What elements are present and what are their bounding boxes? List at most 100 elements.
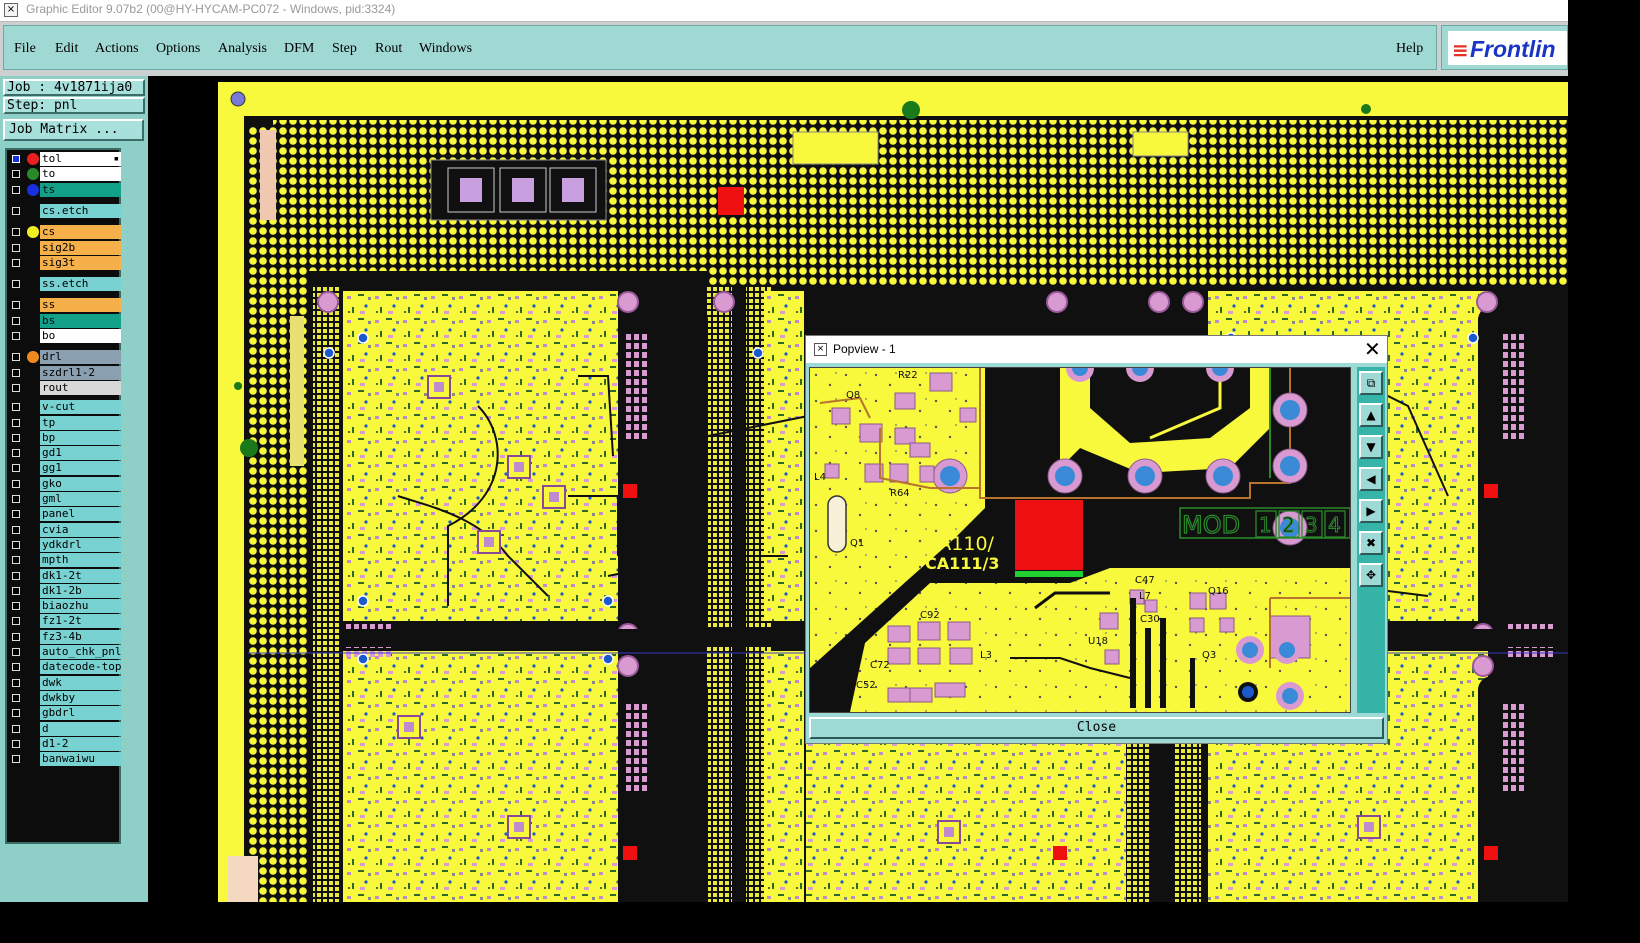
layer-row-4[interactable]: cs bbox=[9, 225, 121, 240]
layer-row-35[interactable]: d bbox=[9, 721, 121, 736]
layer-checkbox[interactable] bbox=[12, 724, 20, 733]
layer-checkbox[interactable] bbox=[12, 243, 20, 252]
layer-checkbox[interactable] bbox=[12, 586, 20, 595]
layer-name[interactable]: cs bbox=[40, 225, 121, 240]
layer-name[interactable]: tol bbox=[40, 152, 121, 166]
layer-checkbox[interactable] bbox=[12, 602, 20, 611]
layer-row-34[interactable]: gbdrl bbox=[9, 706, 121, 721]
layer-row-17[interactable]: gd1 bbox=[9, 446, 121, 461]
layer-checkbox[interactable] bbox=[12, 301, 20, 310]
layer-checkbox[interactable] bbox=[12, 433, 20, 442]
layer-row-26[interactable]: dk1-2b bbox=[9, 583, 121, 598]
layer-checkbox[interactable] bbox=[12, 693, 20, 702]
job-matrix-button[interactable]: Job Matrix ... bbox=[3, 119, 144, 141]
menu-analysis[interactable]: Analysis bbox=[218, 41, 267, 57]
layer-checkbox[interactable] bbox=[12, 258, 20, 267]
layer-name[interactable]: cvia bbox=[40, 522, 121, 537]
layer-checkbox[interactable] bbox=[12, 648, 20, 656]
layer-row-29[interactable]: fz3-4b bbox=[9, 629, 121, 644]
layer-checkbox[interactable] bbox=[12, 663, 20, 672]
layer-name[interactable]: d1-2 bbox=[40, 736, 121, 751]
pan-right-icon[interactable]: ▶ bbox=[1359, 499, 1383, 523]
layer-row-20[interactable]: gml bbox=[9, 492, 121, 506]
layer-name[interactable]: banwaiwu bbox=[40, 752, 121, 767]
layer-name[interactable]: ydkdrl bbox=[40, 537, 121, 552]
layer-checkbox[interactable] bbox=[12, 403, 20, 412]
layer-name[interactable]: bo bbox=[40, 329, 121, 343]
layer-name[interactable]: dk1-2t bbox=[40, 568, 121, 583]
layer-checkbox[interactable] bbox=[12, 280, 20, 289]
layer-checkbox[interactable] bbox=[12, 383, 20, 392]
menu-options[interactable]: Options bbox=[156, 41, 200, 57]
layer-name[interactable]: rout bbox=[40, 380, 121, 395]
layer-row-21[interactable]: panel bbox=[9, 507, 121, 522]
layer-checkbox[interactable] bbox=[12, 206, 20, 215]
layer-name[interactable]: panel bbox=[40, 507, 121, 522]
layer-name[interactable]: dk1-2b bbox=[40, 583, 121, 598]
layer-row-15[interactable]: tp bbox=[9, 415, 121, 430]
layer-checkbox[interactable] bbox=[12, 418, 20, 427]
layer-checkbox[interactable] bbox=[12, 353, 20, 362]
layer-checkbox[interactable] bbox=[12, 571, 20, 580]
layer-row-13[interactable]: rout bbox=[9, 380, 121, 395]
layer-row-33[interactable]: dwkby bbox=[9, 690, 121, 705]
layer-checkbox[interactable] bbox=[12, 316, 20, 325]
layer-name[interactable]: dwkby bbox=[40, 690, 121, 705]
layer-checkbox[interactable] bbox=[12, 449, 20, 458]
layer-row-30[interactable]: auto_chk_pnl bbox=[9, 645, 121, 659]
layer-name[interactable]: gd1 bbox=[40, 446, 121, 461]
layer-name[interactable]: v-cut bbox=[40, 400, 121, 415]
layer-row-19[interactable]: gko bbox=[9, 476, 121, 491]
menu-file[interactable]: File bbox=[14, 41, 36, 57]
layer-name[interactable]: dwk bbox=[40, 675, 121, 690]
layer-row-2[interactable]: ts bbox=[9, 182, 121, 197]
layer-checkbox[interactable] bbox=[12, 170, 20, 179]
layer-row-12[interactable]: szdrl1-2 bbox=[9, 365, 121, 380]
layer-checkbox[interactable] bbox=[12, 495, 20, 503]
popview-window[interactable]: ⨯ Popview - 1 ✕ MOD 1 2 3 4 CA110/ CA111… bbox=[805, 335, 1388, 744]
layer-name[interactable]: sig3t bbox=[40, 255, 121, 270]
layer-name[interactable]: bp bbox=[40, 430, 121, 445]
pan-down-icon[interactable]: ▼ bbox=[1359, 435, 1383, 459]
layer-name[interactable]: fz1-2t bbox=[40, 614, 121, 629]
layer-name[interactable]: d bbox=[40, 721, 121, 736]
layer-name[interactable]: biaozhu bbox=[40, 599, 121, 614]
layer-row-18[interactable]: gg1 bbox=[9, 461, 121, 476]
pan-left-icon[interactable]: ◀ bbox=[1359, 467, 1383, 491]
layer-row-11[interactable]: drl bbox=[9, 350, 121, 365]
menu-rout[interactable]: Rout bbox=[375, 41, 402, 57]
layer-row-3[interactable]: cs.etch bbox=[9, 203, 121, 218]
menu-actions[interactable]: Actions bbox=[95, 41, 139, 57]
layer-name[interactable]: szdrl1-2 bbox=[40, 365, 121, 380]
layer-checkbox[interactable] bbox=[12, 510, 20, 519]
zoom-home-icon[interactable]: ⧉ bbox=[1359, 371, 1383, 395]
layer-checkbox[interactable] bbox=[12, 678, 20, 687]
layer-checkbox[interactable] bbox=[12, 755, 20, 764]
layer-name[interactable]: mpth bbox=[40, 553, 121, 568]
layer-row-24[interactable]: mpth bbox=[9, 553, 121, 568]
layer-row-0[interactable]: tol bbox=[9, 152, 121, 166]
layer-name[interactable]: tp bbox=[40, 415, 121, 430]
layer-row-6[interactable]: sig3t bbox=[9, 255, 121, 270]
layer-row-5[interactable]: sig2b bbox=[9, 240, 121, 255]
layer-checkbox[interactable] bbox=[12, 556, 20, 565]
popview-close-icon[interactable]: ✕ bbox=[1364, 337, 1381, 361]
layer-checkbox[interactable] bbox=[12, 464, 20, 473]
layer-name[interactable]: gbdrl bbox=[40, 706, 121, 721]
layer-row-25[interactable]: dk1-2t bbox=[9, 568, 121, 583]
layer-name[interactable]: to bbox=[40, 167, 121, 182]
layer-row-16[interactable]: bp bbox=[9, 430, 121, 445]
menu-windows[interactable]: Windows bbox=[419, 41, 472, 57]
zoomed-pcb-view[interactable]: MOD 1234 CA110/ CA111/3 Q8 R22 R64 Q1 C4… bbox=[810, 368, 1350, 712]
layer-name[interactable]: drl bbox=[40, 350, 121, 365]
layer-row-14[interactable]: v-cut bbox=[9, 400, 121, 415]
menu-edit[interactable]: Edit bbox=[55, 41, 78, 57]
layer-row-27[interactable]: biaozhu bbox=[9, 599, 121, 614]
zoom-out-icon[interactable]: ✥ bbox=[1359, 563, 1383, 587]
layer-row-1[interactable]: to bbox=[9, 167, 121, 182]
layer-row-32[interactable]: dwk bbox=[9, 675, 121, 690]
layer-checkbox[interactable] bbox=[12, 155, 20, 163]
layer-checkbox[interactable] bbox=[12, 739, 20, 748]
layer-name[interactable]: datecode-top bbox=[40, 660, 121, 675]
layer-name[interactable]: fz3-4b bbox=[40, 629, 121, 644]
